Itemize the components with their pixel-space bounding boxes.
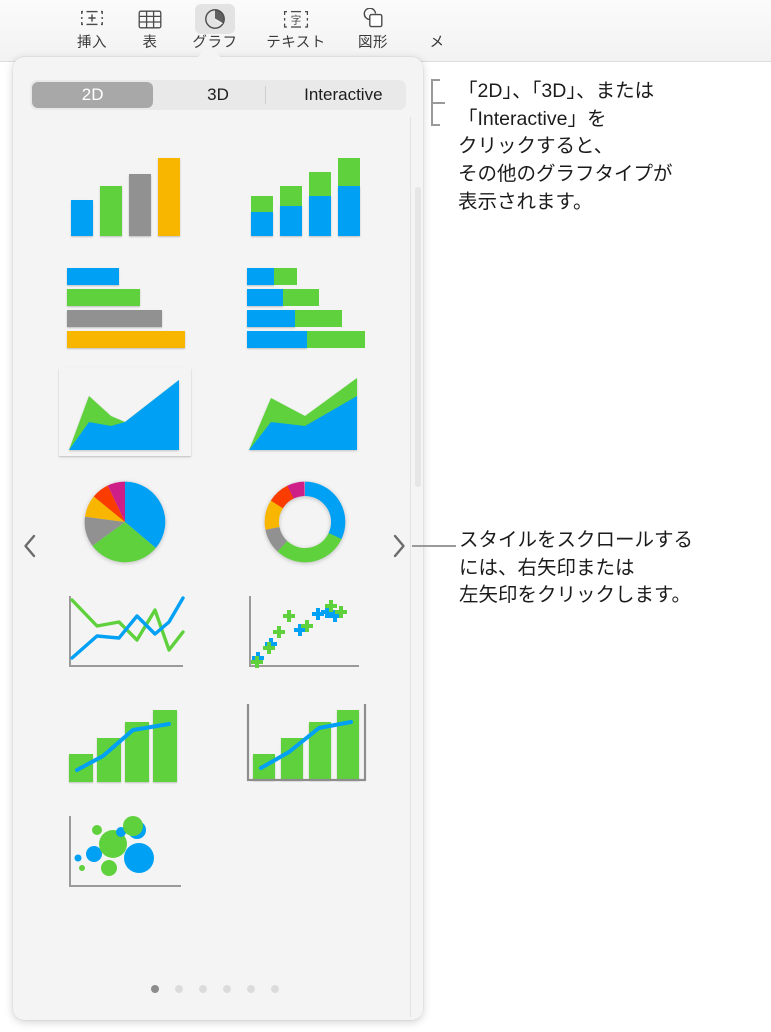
toolbar-label-table: 表	[142, 35, 158, 51]
chart-style-popover: 2D 3D Interactive	[13, 57, 423, 1020]
toolbar-item-chart[interactable]: グラフ	[178, 2, 252, 60]
tab-3d[interactable]: 3D	[157, 82, 278, 108]
toolbar-label-insert: 挿入	[77, 35, 107, 51]
toolbar-label-shape: 図形	[358, 35, 388, 51]
next-styles-arrow[interactable]	[386, 528, 412, 564]
toolbar-item-comment[interactable]: メ	[400, 2, 474, 60]
comment-icon	[417, 4, 457, 34]
chart-dimension-segmented-control[interactable]: 2D 3D Interactive	[30, 80, 406, 110]
chart-style-stacked-bar[interactable]	[215, 247, 395, 357]
callout-bracket	[431, 79, 445, 126]
toolbar-label-text: テキスト	[266, 35, 326, 51]
chart-style-combo[interactable]	[35, 687, 215, 797]
page-dot-2[interactable]	[174, 985, 183, 993]
callout-scroll-arrows-text: スタイルをスクロールする には、右矢印または 左矢印をクリックします。	[459, 529, 694, 607]
page-dot-6[interactable]	[270, 985, 279, 993]
chevron-right-icon	[393, 534, 405, 558]
app-toolbar: 挿入 表 グラフ 字 テキスト 図形 メ	[0, 0, 771, 62]
chart-style-scatter[interactable]	[215, 577, 395, 687]
chart-style-stacked-column[interactable]	[215, 137, 395, 247]
segmented-divider	[265, 86, 266, 104]
page-dot-3[interactable]	[198, 985, 207, 993]
chart-style-line[interactable]	[35, 577, 215, 687]
chart-style-donut[interactable]	[215, 467, 395, 577]
chart-style-bar[interactable]	[35, 247, 215, 357]
toolbar-item-table[interactable]: 表	[113, 2, 187, 60]
chart-style-grid	[13, 125, 416, 995]
page-dot-1[interactable]	[150, 985, 159, 993]
chart-style-pie[interactable]	[35, 467, 215, 577]
chart-style-column[interactable]	[35, 137, 215, 247]
chart-style-combo-axis[interactable]	[215, 687, 395, 797]
table-icon	[130, 4, 170, 34]
chevron-left-icon	[24, 534, 36, 558]
toolbar-item-text[interactable]: 字 テキスト	[259, 2, 333, 60]
toolbar-item-shape[interactable]: 図形	[336, 2, 410, 60]
scrollbar[interactable]	[410, 117, 423, 1017]
page-dot-4[interactable]	[222, 985, 231, 993]
toolbar-label-comment: メ	[429, 35, 445, 51]
insert-media-icon	[72, 4, 112, 34]
chart-style-stacked-area[interactable]	[215, 357, 395, 467]
callout-chart-type-tabs-text: 「2D」、「3D」、または 「Interactive」を クリックすると、 その…	[458, 80, 673, 213]
chart-style-bubble[interactable]	[35, 797, 215, 907]
svg-text:字: 字	[291, 13, 302, 26]
previous-styles-arrow[interactable]	[17, 528, 43, 564]
toolbar-label-chart: グラフ	[192, 35, 238, 51]
callout-leader-line	[412, 545, 456, 547]
shape-icon	[353, 4, 393, 34]
scrollbar-thumb[interactable]	[414, 187, 421, 487]
chart-style-area[interactable]	[35, 357, 215, 467]
tab-2d[interactable]: 2D	[32, 82, 154, 108]
chart-pie-icon	[195, 4, 235, 34]
page-indicator-dots[interactable]	[13, 985, 416, 993]
tab-interactive[interactable]: Interactive	[283, 82, 404, 108]
page-dot-5[interactable]	[246, 985, 255, 993]
text-box-icon: 字	[276, 4, 316, 34]
